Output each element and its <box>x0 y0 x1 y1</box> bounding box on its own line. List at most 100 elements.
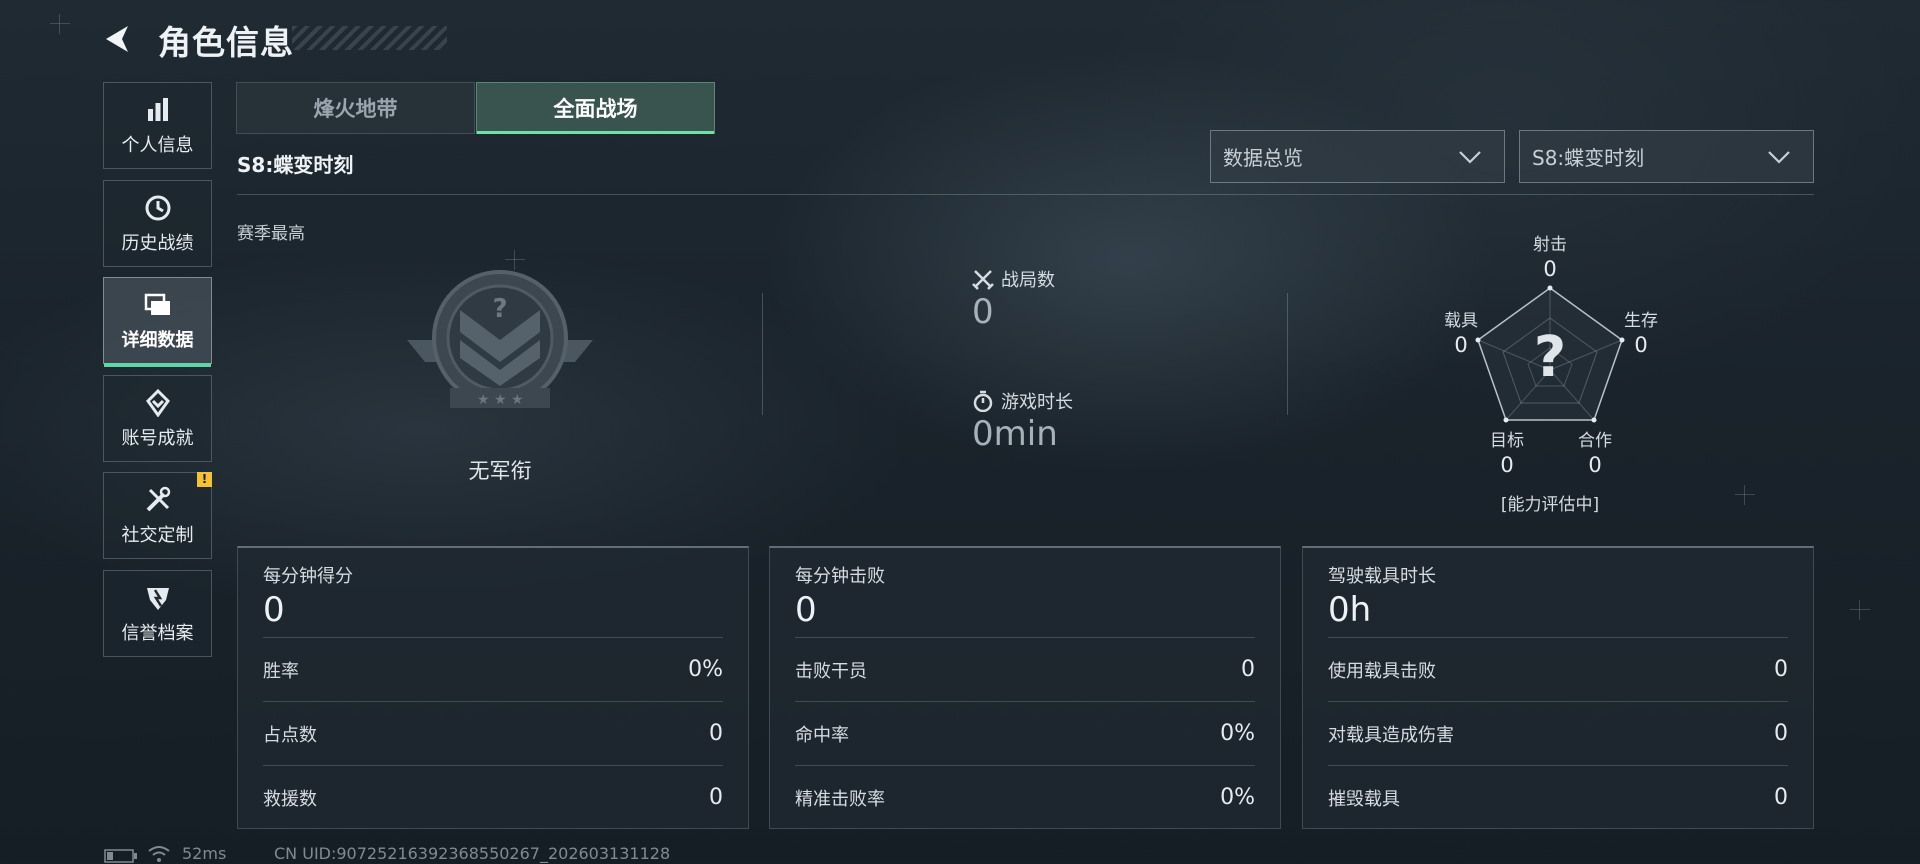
sidebar-item-personal-info[interactable]: 个人信息 <box>103 82 212 169</box>
radar-label-objective: 目标 <box>1490 431 1524 451</box>
shield-icon <box>143 583 173 613</box>
sidebar-item-label: 社交定制 <box>121 524 194 546</box>
stat-row-value: 0% <box>688 657 723 682</box>
section-divider <box>237 194 1814 195</box>
radar-label-cooperation: 合作 <box>1578 431 1612 451</box>
dropdown-value: 数据总览 <box>1223 146 1303 170</box>
medal-icon <box>143 388 173 418</box>
panel-title: 驾驶载具时长 <box>1328 566 1436 587</box>
stat-row: 胜率 0% <box>263 637 723 701</box>
chevron-down-icon <box>1767 145 1791 169</box>
vehicle-stats-panel: 驾驶载具时长 0h 使用载具击败 0 对载具造成伤害 0 摧毁载具 0 <box>1302 546 1814 829</box>
battery-icon <box>104 848 138 863</box>
stat-row-value: 0 <box>1774 721 1788 746</box>
radar-value-shooting: 0 <box>1543 257 1557 281</box>
stat-row-label: 击败干员 <box>795 660 867 682</box>
panel-main-value: 0h <box>1328 590 1372 630</box>
stat-row-label: 救援数 <box>263 788 317 810</box>
playtime-value: 0min <box>972 414 1058 454</box>
tab-full-battlefield[interactable]: 全面战场 <box>476 82 715 134</box>
matches-label: 战局数 <box>1001 270 1055 291</box>
svg-text:★ ★ ★: ★ ★ ★ <box>477 392 524 408</box>
radar-label-shooting: 射击 <box>1533 235 1567 255</box>
radar-label-vehicle: 载具 <box>1444 311 1478 331</box>
stat-row-value: 0 <box>709 785 723 810</box>
playtime-label: 游戏时长 <box>1001 392 1073 413</box>
sidebar-item-detailed-data[interactable]: 详细数据 <box>103 277 212 367</box>
sidebar-item-label: 历史战绩 <box>121 232 194 254</box>
player-uid: CN UID:90725216392368550267_202603131128 <box>274 844 671 863</box>
stat-row-value: 0% <box>1220 785 1255 810</box>
stat-row: 命中率 0% <box>795 701 1255 765</box>
stat-row: 救援数 0 <box>263 765 723 829</box>
sidebar-item-achievements[interactable]: 账号成就 <box>103 375 212 462</box>
wifi-icon <box>148 845 170 863</box>
stat-row-label: 命中率 <box>795 724 849 746</box>
stopwatch-icon <box>972 390 994 413</box>
score-stats-panel: 每分钟得分 0 胜率 0% 占点数 0 救援数 0 <box>237 546 749 829</box>
panel-main-value: 0 <box>795 590 817 630</box>
stat-row: 对载具造成伤害 0 <box>1328 701 1788 765</box>
stat-row: 击败干员 0 <box>795 637 1255 701</box>
rank-unknown-glyph: ? <box>492 294 508 324</box>
sidebar-item-label: 信誉档案 <box>121 622 194 644</box>
stat-row: 摧毁载具 0 <box>1328 765 1788 829</box>
corner-crosshair-decoration <box>50 14 70 34</box>
radar-status: [能力评估中] <box>1500 495 1600 515</box>
back-arrow-icon[interactable] <box>100 22 134 56</box>
stat-row-label: 精准击败率 <box>795 788 885 810</box>
dropdown-value: S8:蝶变时刻 <box>1532 146 1645 170</box>
stat-row-label: 胜率 <box>263 660 299 682</box>
tab-hazard-zone[interactable]: 烽火地带 <box>236 82 475 134</box>
stat-row-label: 使用载具击败 <box>1328 660 1436 682</box>
radar-value-cooperation: 0 <box>1588 453 1602 477</box>
chevron-down-icon <box>1458 145 1482 169</box>
stat-row-value: 0% <box>1220 721 1255 746</box>
stat-row-value: 0 <box>1774 657 1788 682</box>
crossed-swords-icon <box>972 268 994 290</box>
view-select-dropdown[interactable]: 数据总览 <box>1210 130 1505 183</box>
stat-row: 精准击败率 0% <box>795 765 1255 829</box>
tools-icon <box>143 485 173 515</box>
season-best-label: 赛季最高 <box>237 224 305 244</box>
vertical-divider <box>1287 293 1288 415</box>
stat-row-label: 摧毁载具 <box>1328 788 1400 810</box>
stat-row-label: 对载具造成伤害 <box>1328 724 1454 746</box>
season-title: S8:蝶变时刻 <box>237 153 354 177</box>
stat-row-label: 占点数 <box>263 724 317 746</box>
stat-row: 使用载具击败 0 <box>1328 637 1788 701</box>
season-select-dropdown[interactable]: S8:蝶变时刻 <box>1519 130 1814 183</box>
combat-stats-panel: 每分钟击败 0 击败干员 0 命中率 0% 精准击败率 0% <box>769 546 1281 829</box>
rank-name: 无军衔 <box>468 459 532 483</box>
stat-row-value: 0 <box>1774 785 1788 810</box>
radar-value-vehicle: 0 <box>1454 333 1468 357</box>
sidebar-item-history[interactable]: 历史战绩 <box>103 180 212 267</box>
sidebar-item-social-custom[interactable]: ! 社交定制 <box>103 472 212 559</box>
panel-title: 每分钟得分 <box>263 566 353 587</box>
notification-badge: ! <box>197 472 212 487</box>
rank-emblem-icon: ★ ★ ★ <box>405 270 595 415</box>
sidebar-item-reputation[interactable]: 信誉档案 <box>103 570 212 657</box>
folders-icon <box>143 290 173 320</box>
panel-main-value: 0 <box>263 590 285 630</box>
sidebar-item-label: 详细数据 <box>121 329 194 351</box>
page-title: 角色信息 <box>158 23 294 62</box>
history-clock-icon <box>143 193 173 223</box>
radar-value-objective: 0 <box>1500 453 1514 477</box>
vertical-divider <box>762 293 763 415</box>
bar-chart-icon <box>143 95 173 125</box>
radar-label-survival: 生存 <box>1624 311 1658 331</box>
sidebar-item-label: 个人信息 <box>121 134 194 156</box>
panel-title: 每分钟击败 <box>795 566 885 587</box>
crosshair-decoration <box>505 250 525 270</box>
stat-row: 占点数 0 <box>263 701 723 765</box>
matches-value: 0 <box>972 292 994 332</box>
ping-value: 52ms <box>182 844 227 863</box>
radar-value-survival: 0 <box>1634 333 1648 357</box>
crosshair-decoration <box>1850 600 1870 620</box>
crosshair-decoration <box>1735 485 1755 505</box>
sidebar-item-label: 账号成就 <box>121 427 194 449</box>
stat-row-value: 0 <box>709 721 723 746</box>
radar-unknown-glyph: ? <box>1533 325 1567 390</box>
stat-row-value: 0 <box>1241 657 1255 682</box>
